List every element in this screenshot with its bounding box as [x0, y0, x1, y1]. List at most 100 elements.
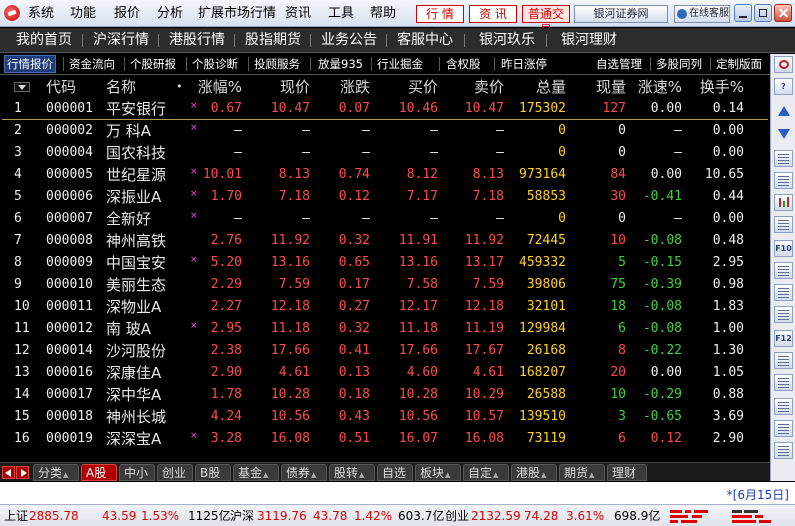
history-icon[interactable]: [774, 352, 793, 369]
split-icon[interactable]: [774, 442, 793, 459]
report-icon[interactable]: [774, 216, 793, 233]
header-bid[interactable]: 买价: [380, 77, 438, 97]
market-tab[interactable]: A股: [81, 464, 117, 481]
nav-announcements[interactable]: 业务公告: [321, 31, 377, 49]
exit-icon[interactable]: [774, 56, 793, 73]
nav-yinhe-jiule[interactable]: 银河玖乐: [479, 31, 535, 49]
market-tab[interactable]: 港股: [511, 464, 557, 481]
market-tab[interactable]: 自选: [377, 464, 413, 481]
header-code[interactable]: 代码: [46, 77, 76, 97]
info-button[interactable]: 资 讯: [469, 5, 517, 23]
help-icon[interactable]: ?: [774, 78, 793, 95]
table-row[interactable]: 11 000012 南 玻A × 2.95 11.18 0.32 11.18 11.19 1299…: [0, 318, 770, 340]
menu-analysis[interactable]: 分析: [157, 6, 183, 21]
table-row[interactable]: 5 000006 深振业A × 1.70 7.18 0.12 7.17 7.18 58853 30-…: [0, 186, 770, 208]
nav-yinhe-finance[interactable]: 银河理财: [561, 31, 617, 49]
table-row[interactable]: 4 000005 世纪星源 × 10.01 8.13 0.74 8.12 8.13 973164 8…: [0, 164, 770, 186]
tab-fund-flow[interactable]: 资金流向: [69, 56, 115, 72]
tab-yesterday-limit-up[interactable]: 昨日涨停: [501, 56, 547, 72]
f12-icon[interactable]: F12: [774, 330, 793, 347]
table-row[interactable]: 8 000009 中国宝安 × 5.20 13.16 0.65 13.16 13.17 45933…: [0, 252, 770, 274]
down-arrow-icon[interactable]: [774, 126, 793, 143]
market-tab[interactable]: 分类: [33, 464, 79, 481]
header-change[interactable]: 涨跌: [314, 77, 370, 97]
market-tab[interactable]: 债券: [281, 464, 327, 481]
detail-icon[interactable]: [774, 306, 793, 323]
depth-icon[interactable]: [774, 262, 793, 279]
tab-stock-research[interactable]: 个股研报: [130, 56, 176, 72]
maximize-button[interactable]: [754, 4, 772, 22]
minute-chart-icon[interactable]: [774, 172, 793, 189]
tab-scroll-left-icon[interactable]: [2, 466, 15, 479]
market-tab[interactable]: 股转: [329, 464, 375, 481]
header-pct-change[interactable]: 涨幅%: [180, 77, 242, 97]
header-volume[interactable]: 总量: [504, 77, 566, 97]
table-row[interactable]: 6 000007 全新好 × – – – – –0 0–0.00: [0, 208, 770, 230]
tab-watchlist-manage[interactable]: 自选管理: [596, 56, 642, 72]
market-tab[interactable]: 自定: [463, 464, 509, 481]
current-volume: 20: [610, 365, 626, 380]
tab-quote-report[interactable]: 行情报价: [4, 55, 56, 73]
table-row[interactable]: 12 000014 沙河股份 2.38 17.66 0.41 17.66 17.67 26168…: [0, 340, 770, 362]
tab-custom-layout[interactable]: 定制版面: [716, 56, 762, 72]
table-row[interactable]: 1 000001 平安银行 × 0.67 10.47 0.07 10.46 10.47 17530…: [0, 98, 770, 120]
nav-service-center[interactable]: 客服中心: [397, 31, 453, 49]
minimize-button[interactable]: [734, 4, 752, 22]
menu-tools[interactable]: 工具: [328, 6, 354, 21]
market-tab[interactable]: B股: [195, 464, 231, 481]
nav-index-futures[interactable]: 股指期货: [245, 31, 301, 49]
market-tab[interactable]: 中小: [119, 464, 155, 481]
header-speed[interactable]: 涨速%: [626, 77, 682, 97]
market-tab[interactable]: 基金: [233, 464, 279, 481]
table-row[interactable]: 16 000019 深深宝A × 3.28 16.08 0.51 16.07 16.08 7311…: [0, 428, 770, 450]
header-name[interactable]: 名称: [106, 77, 136, 97]
tab-rights-stocks[interactable]: 含权股: [446, 56, 481, 72]
up-arrow-icon[interactable]: [774, 104, 793, 121]
header-price[interactable]: 现价: [254, 77, 310, 97]
menu-function[interactable]: 功能: [70, 6, 96, 21]
market-tab[interactable]: 创业: [157, 464, 193, 481]
market-tab[interactable]: 板块: [415, 464, 461, 481]
normal-trade-button[interactable]: 普通交易: [522, 5, 570, 37]
nav-hk-quotes[interactable]: 港股行情: [169, 31, 225, 49]
tab-advisory[interactable]: 投顾服务: [254, 56, 300, 72]
sz-index-value: 3119.76: [257, 509, 307, 523]
kline-chart-icon[interactable]: [774, 194, 793, 211]
tab-scroll-right-icon[interactable]: [16, 466, 29, 479]
table-row[interactable]: 7 000008 神州高铁 2.76 11.92 0.32 11.91 11.92 72445 1…: [0, 230, 770, 252]
nav-home[interactable]: 我的首页: [16, 31, 72, 49]
tab-stock-diagnosis[interactable]: 个股诊断: [192, 56, 238, 72]
online-service-button[interactable]: 在线客服: [674, 5, 730, 23]
date-link[interactable]: *[6月15日]: [727, 486, 789, 503]
table-row[interactable]: 3 000004 国农科技 – – – – –0 0–0.00: [0, 142, 770, 164]
close-button[interactable]: [774, 4, 792, 22]
header-turnover[interactable]: 换手%: [686, 77, 744, 97]
tab-volume-935[interactable]: 放量935: [318, 56, 363, 72]
tab-multi-stock[interactable]: 多股同列: [656, 56, 702, 72]
formula-icon[interactable]: [774, 398, 793, 415]
table-row[interactable]: 10 000011 深物业A 2.27 12.18 0.27 12.17 12.18 32101…: [0, 296, 770, 318]
table-row[interactable]: 15 000018 神州长城 4.24 10.56 0.43 10.56 10.57 13951…: [0, 406, 770, 428]
menu-extended-market[interactable]: 扩展市场行情: [198, 6, 276, 21]
indicator-icon[interactable]: [774, 374, 793, 391]
menu-help[interactable]: 帮助: [370, 6, 396, 21]
header-ask[interactable]: 卖价: [446, 77, 504, 97]
sort-icon[interactable]: [774, 284, 793, 301]
quote-list-icon[interactable]: [774, 150, 793, 167]
market-tab[interactable]: 理财: [607, 464, 647, 481]
nav-hs-quotes[interactable]: 沪深行情: [93, 31, 149, 49]
table-row[interactable]: 14 000017 深中华A 1.78 10.28 0.18 10.28 10.29 26588…: [0, 384, 770, 406]
f10-icon[interactable]: F10: [774, 240, 793, 257]
table-row[interactable]: 9 000010 美丽生态 2.29 7.59 0.17 7.58 7.59 39806 75 -0…: [0, 274, 770, 296]
trend-icon[interactable]: [774, 420, 793, 437]
table-row[interactable]: 13 000016 深康佳A 2.90 4.61 0.13 4.60 4.61 168207 20…: [0, 362, 770, 384]
menu-system[interactable]: 系统: [28, 6, 54, 21]
broker-website-button[interactable]: 银河证券网: [574, 5, 668, 23]
menu-news[interactable]: 资讯: [285, 6, 311, 21]
quote-button[interactable]: 行 情: [416, 5, 464, 23]
menu-quote[interactable]: 报价: [114, 6, 140, 21]
market-tab[interactable]: 期货: [559, 464, 605, 481]
tab-industry-mining[interactable]: 行业掘金: [377, 56, 423, 72]
table-row[interactable]: 2 000002 万 科A × – – – – –0 0–0.00: [0, 120, 770, 142]
header-current-volume[interactable]: 现量: [574, 77, 626, 97]
